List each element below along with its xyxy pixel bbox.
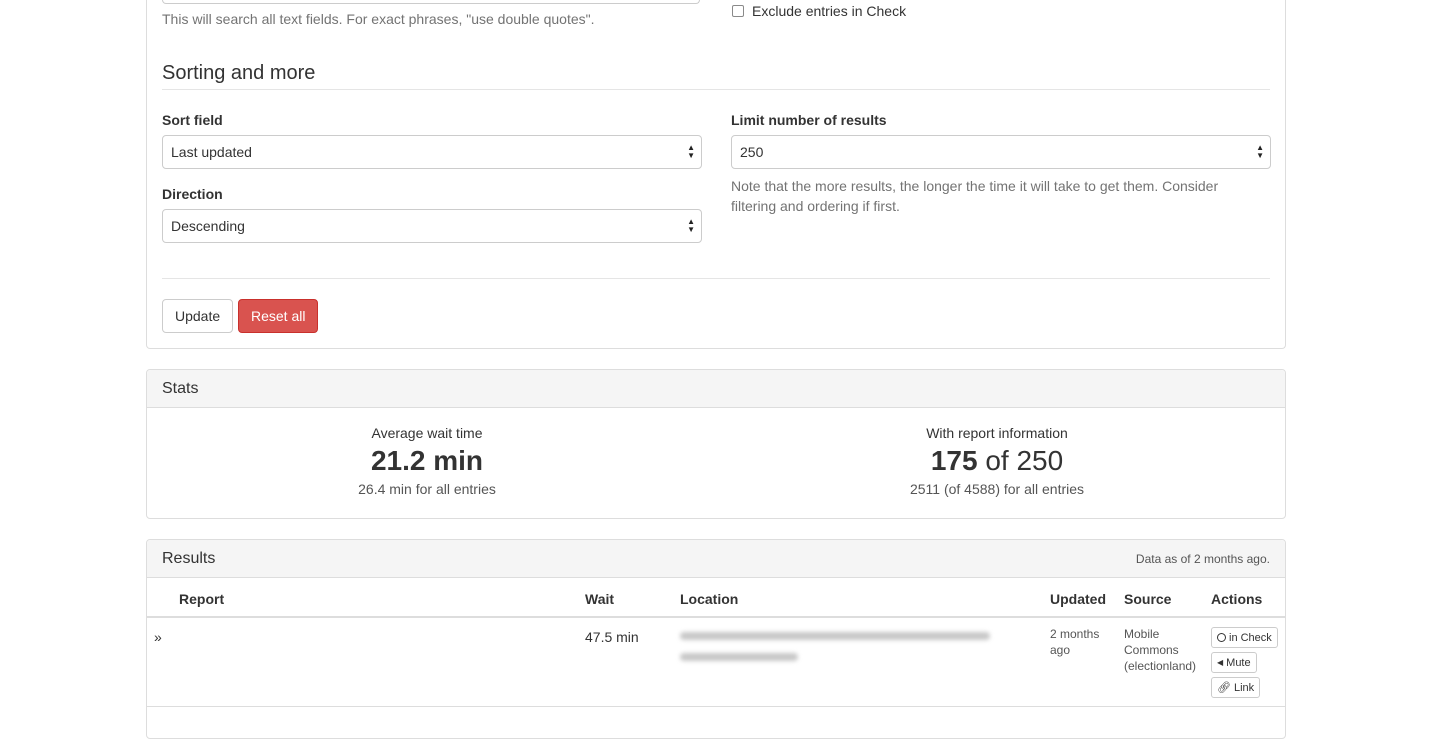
stats-title: Stats (162, 379, 199, 397)
stats-panel: Stats Average wait time 21.2 min 26.4 mi… (146, 369, 1286, 519)
column-header-source: Source (1124, 591, 1172, 607)
sort-field-value: Last updated (171, 144, 252, 160)
exclude-check-label: Exclude entries in Check (752, 3, 907, 19)
limit-value: 250 (740, 144, 764, 160)
filter-panel: This will search all text fields. For ex… (146, 0, 1286, 349)
direction-label: Direction (162, 186, 223, 202)
report-info-sub: 2511 (of 4588) for all entries (909, 481, 1085, 497)
column-header-wait: Wait (585, 591, 615, 607)
expand-row-icon[interactable]: » (154, 629, 162, 645)
direction-select[interactable]: Descending ▲ ▼ (162, 209, 702, 243)
speaker-icon: ◀ (1217, 658, 1224, 667)
column-header-actions: Actions (1211, 591, 1263, 607)
checkbox-box[interactable] (732, 5, 744, 17)
column-header-location: Location (680, 591, 739, 607)
avg-wait-sub: 26.4 min for all entries (358, 481, 496, 497)
source-cell: Mobile Commons (electionland) (1124, 627, 1197, 673)
updated-cell: 2 months ago (1050, 627, 1100, 657)
circle-icon (1217, 633, 1226, 642)
mute-button[interactable]: ◀ Mute (1211, 652, 1257, 673)
search-input[interactable] (162, 0, 700, 4)
link-icon: 🔗︎ (1217, 682, 1231, 694)
limit-select[interactable]: 250 ▲ ▼ (731, 135, 1271, 169)
select-arrows-icon: ▲ ▼ (687, 217, 695, 234)
reset-all-button[interactable]: Reset all (238, 299, 319, 333)
sorting-section-title: Sorting and more (162, 62, 316, 84)
avg-wait-stat: Average wait time 21.2 min 26.4 min for … (147, 425, 707, 497)
divider (162, 278, 1270, 279)
report-info-label: With report information (926, 425, 1068, 441)
update-button[interactable]: Update (162, 299, 234, 333)
divider (162, 89, 1270, 90)
wait-cell: 47.5 min (585, 629, 639, 645)
column-header-report: Report (179, 591, 225, 607)
sort-field-select[interactable]: Last updated ▲ ▼ (162, 135, 702, 169)
data-as-of-text: Data as of 2 months ago. (1135, 551, 1270, 566)
direction-value: Descending (171, 218, 245, 234)
limit-note: Note that the more results, the longer t… (731, 178, 1219, 214)
report-info-stat: With report information 175 of 250 2511 … (717, 425, 1277, 497)
report-info-value: 175 of 250 (930, 445, 1064, 476)
select-arrows-icon: ▲ ▼ (687, 143, 695, 160)
link-button[interactable]: 🔗︎ Link (1211, 677, 1261, 698)
results-panel: Results Data as of 2 months ago. Report … (146, 539, 1286, 739)
results-title: Results (162, 549, 216, 567)
stats-panel-heading: Stats (147, 370, 1285, 408)
table-header-divider (147, 616, 1285, 618)
results-panel-heading: Results Data as of 2 months ago. (147, 540, 1285, 578)
column-header-updated: Updated (1050, 591, 1106, 607)
avg-wait-label: Average wait time (371, 425, 483, 441)
exclude-check-checkbox[interactable]: Exclude entries in Check (732, 3, 906, 19)
row-divider (147, 706, 1285, 707)
limit-label: Limit number of results (731, 112, 887, 128)
select-arrows-icon: ▲ ▼ (1256, 143, 1264, 160)
in-check-button[interactable]: in Check (1211, 627, 1278, 648)
search-help-text: This will search all text fields. For ex… (162, 11, 595, 27)
sort-field-label: Sort field (162, 112, 223, 128)
avg-wait-value: 21.2 min (370, 445, 484, 476)
